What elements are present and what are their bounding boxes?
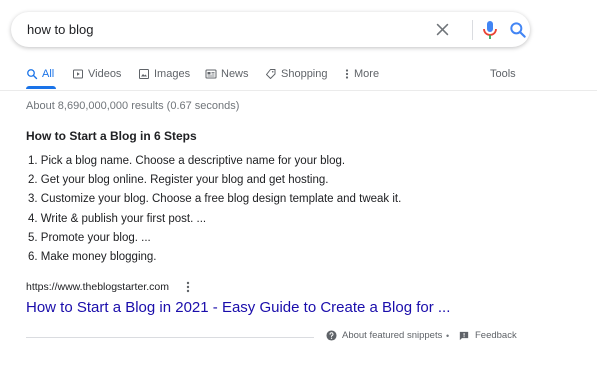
result-stats: About 8,690,000,000 results (0.67 second…: [26, 100, 240, 112]
clear-search-button[interactable]: [434, 21, 451, 38]
tag-icon: [266, 69, 276, 79]
feedback-button[interactable]: Feedback: [459, 330, 517, 341]
about-featured-snippets-button[interactable]: About featured snippets: [326, 330, 442, 341]
help-icon: [326, 330, 337, 341]
list-item: 1. Pick a blog name. Choose a descriptiv…: [28, 155, 346, 167]
more-vertical-icon: [186, 281, 190, 293]
tools-button[interactable]: Tools: [490, 68, 516, 80]
tab-all[interactable]: All: [26, 68, 54, 80]
search-button[interactable]: [508, 20, 528, 40]
tab-label: Images: [154, 68, 191, 80]
tab-label: News: [221, 68, 249, 80]
tab-shopping[interactable]: Shopping: [265, 68, 328, 80]
image-icon: [139, 69, 149, 79]
result-options-button[interactable]: [183, 281, 193, 293]
result-title-link[interactable]: How to Start a Blog in 2021 - Easy Guide…: [26, 299, 450, 316]
video-icon: [73, 69, 83, 79]
snippet-footer-divider: [26, 337, 314, 338]
tab-more[interactable]: More: [344, 68, 379, 80]
footer-separator: •: [446, 331, 450, 341]
source-cite-row: https://www.theblogstarter.com: [26, 281, 193, 293]
voice-search-button[interactable]: [481, 20, 499, 40]
search-box: [11, 12, 530, 47]
feedback-label: Feedback: [475, 330, 517, 341]
search-input[interactable]: [27, 12, 427, 47]
search-box-divider: [472, 20, 473, 40]
tabs-divider: [0, 90, 597, 91]
search-icon: [510, 22, 526, 38]
featured-snippet-steps: 1. Pick a blog name. Choose a descriptiv…: [28, 153, 401, 268]
list-item: 5. Promote your blog. ...: [28, 231, 151, 244]
featured-snippet-title: How to Start a Blog in 6 Steps: [26, 129, 197, 143]
tab-videos[interactable]: Videos: [72, 68, 121, 80]
tab-label: More: [354, 68, 380, 80]
list-item: 6. Make money blogging.: [28, 250, 157, 263]
tab-label: All: [42, 68, 55, 80]
list-item: 3. Customize your blog. Choose a free bl…: [28, 193, 402, 206]
search-icon: [27, 69, 38, 80]
microphone-icon: [483, 21, 497, 39]
tab-news[interactable]: News: [205, 68, 249, 80]
tab-images[interactable]: Images: [138, 68, 190, 80]
active-tab-indicator: [26, 86, 56, 89]
about-label: About featured snippets: [342, 330, 443, 341]
search-tabs: All Videos Images News Shopping More Too…: [26, 64, 586, 90]
feedback-icon: [459, 331, 469, 340]
more-vertical-icon: [345, 69, 349, 79]
tab-label: Shopping: [281, 68, 328, 80]
tab-label: Videos: [88, 68, 122, 80]
source-url: https://www.theblogstarter.com: [26, 281, 169, 293]
news-icon: [205, 69, 217, 79]
close-icon: [436, 23, 449, 36]
list-item: 4. Write & publish your first post. ...: [28, 212, 207, 225]
list-item: 2. Get your blog online. Register your b…: [28, 174, 329, 187]
